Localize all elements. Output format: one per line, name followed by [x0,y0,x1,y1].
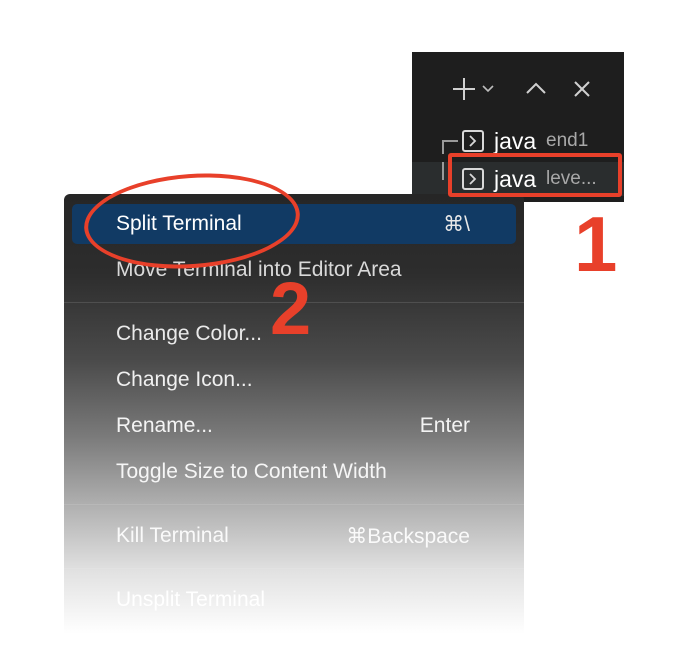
screenshot-stage: java end1 java leve... Split Terminal ⌘\… [0,0,676,666]
menu-item-unsplit-terminal[interactable]: Unsplit Terminal [72,580,516,620]
menu-item-label: Unsplit Terminal [116,588,265,611]
chevron-up-icon [526,82,546,94]
menu-separator [64,568,524,569]
close-panel-button[interactable] [566,74,598,104]
menu-item-shortcut: ⌘Backspace [346,524,470,548]
maximize-panel-button[interactable] [520,74,552,104]
menu-item-label: Kill Terminal [116,524,229,547]
tree-guide [442,140,458,154]
terminal-description: end1 [546,130,589,151]
menu-item-label: Change Color... [116,322,262,345]
annotation-step-2: 2 [270,267,312,350]
menu-item-label: Rename... [116,414,213,437]
menu-item-toggle-size[interactable]: Toggle Size to Content Width [72,452,516,492]
terminal-name: java [494,127,537,154]
menu-item-label: Change Icon... [116,368,253,391]
terminal-icon [462,130,484,152]
menu-item-rename[interactable]: Rename... Enter [72,406,516,446]
annotation-step-1: 1 [574,200,618,288]
menu-item-shortcut: ⌘\ [443,212,470,236]
new-terminal-button[interactable] [450,74,502,104]
menu-separator [64,504,524,505]
menu-item-kill-terminal[interactable]: Kill Terminal ⌘Backspace [72,516,516,556]
plus-icon [453,78,494,100]
menu-item-change-icon[interactable]: Change Icon... [72,360,516,400]
chevron-down-icon [482,85,494,93]
close-icon [574,81,590,97]
menu-item-label: Toggle Size to Content Width [116,460,387,483]
annotation-highlight-box [448,153,622,197]
menu-item-shortcut: Enter [419,414,470,437]
